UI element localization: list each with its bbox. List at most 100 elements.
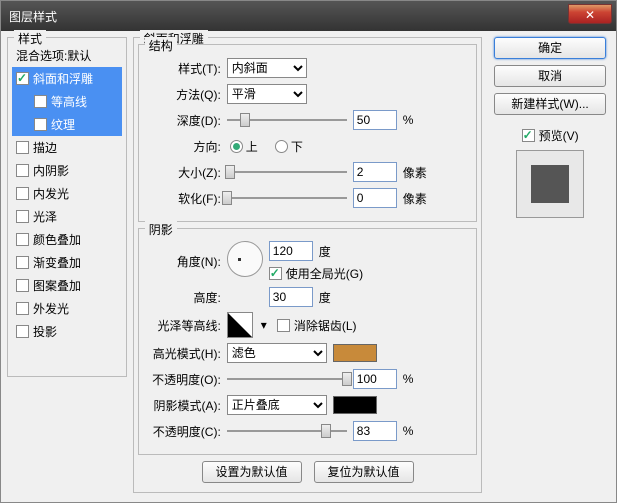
set-default-button[interactable]: 设置为默认值 (202, 461, 302, 483)
soften-label: 软化(F): (147, 190, 227, 207)
style-item-checkbox[interactable] (16, 72, 29, 85)
style-item-label: 等高线 (51, 93, 87, 110)
style-item-checkbox[interactable] (34, 95, 47, 108)
style-item-label: 外发光 (33, 300, 69, 317)
soften-unit: 像素 (403, 190, 427, 207)
style-item-7[interactable]: 光泽 (12, 205, 122, 228)
style-item-checkbox[interactable] (16, 256, 29, 269)
style-item-checkbox[interactable] (16, 210, 29, 223)
angle-unit: 度 (319, 243, 331, 260)
style-item-label: 斜面和浮雕 (33, 70, 93, 87)
style-item-label: 光泽 (33, 208, 57, 225)
style-item-11[interactable]: 外发光 (12, 297, 122, 320)
shadow-mode-label: 阴影模式(A): (147, 397, 227, 414)
right-panel: 确定 取消 新建样式(W)... 预览(V) (490, 37, 610, 493)
style-select[interactable]: 内斜面 (227, 58, 307, 78)
style-item-3[interactable]: 纹理 (12, 113, 122, 136)
shadow-opacity-label: 不透明度(C): (147, 423, 227, 440)
direction-down-radio[interactable] (275, 140, 288, 153)
angle-indicator (238, 258, 241, 261)
style-item-1[interactable]: 斜面和浮雕 (12, 67, 122, 90)
gloss-dropdown-icon[interactable]: ▾ (261, 318, 267, 332)
cancel-button[interactable]: 取消 (494, 65, 606, 87)
style-item-label: 混合选项:默认 (16, 47, 91, 64)
style-item-checkbox[interactable] (16, 141, 29, 154)
shadow-opacity-input[interactable] (353, 421, 397, 441)
angle-wheel[interactable] (227, 241, 263, 277)
bevel-fieldset: 斜面和浮雕 结构 样式(T): 内斜面 方法(Q): 平滑 深度(D): (133, 37, 482, 493)
highlight-opacity-label: 不透明度(O): (147, 371, 227, 388)
preview-label: 预览(V) (539, 127, 579, 144)
antialias-checkbox[interactable] (277, 319, 290, 332)
size-label: 大小(Z): (147, 164, 227, 181)
style-item-2[interactable]: 等高线 (12, 90, 122, 113)
depth-slider[interactable] (227, 111, 347, 129)
titlebar[interactable]: 图层样式 ✕ (1, 1, 616, 31)
direction-up-text: 上 (246, 138, 258, 155)
highlight-opacity-slider[interactable] (227, 370, 347, 388)
style-item-5[interactable]: 内阴影 (12, 159, 122, 182)
depth-unit: % (403, 113, 414, 127)
style-item-checkbox[interactable] (16, 325, 29, 338)
soften-slider[interactable] (227, 189, 347, 207)
sidebar-header: 样式 (14, 30, 46, 47)
antialias-label: 消除锯齿(L) (294, 317, 357, 334)
altitude-unit: 度 (319, 289, 331, 306)
style-label: 样式(T): (147, 60, 227, 77)
altitude-label: 高度: (147, 289, 227, 306)
style-item-checkbox[interactable] (16, 279, 29, 292)
direction-up-radio[interactable] (230, 140, 243, 153)
direction-label: 方向: (147, 138, 227, 155)
style-item-checkbox[interactable] (16, 233, 29, 246)
style-item-checkbox[interactable] (16, 187, 29, 200)
close-button[interactable]: ✕ (568, 4, 612, 24)
style-item-8[interactable]: 颜色叠加 (12, 228, 122, 251)
sidebar: 样式 混合选项:默认斜面和浮雕等高线纹理描边内阴影内发光光泽颜色叠加渐变叠加图案… (7, 37, 127, 493)
highlight-color-swatch[interactable] (333, 344, 377, 362)
style-item-6[interactable]: 内发光 (12, 182, 122, 205)
size-slider[interactable] (227, 163, 347, 181)
shadow-mode-select[interactable]: 正片叠底 (227, 395, 327, 415)
style-item-0[interactable]: 混合选项:默认 (12, 44, 122, 67)
angle-input[interactable] (269, 241, 313, 261)
method-select[interactable]: 平滑 (227, 84, 307, 104)
gloss-contour-picker[interactable] (227, 312, 253, 338)
soften-input[interactable] (353, 188, 397, 208)
highlight-opacity-input[interactable] (353, 369, 397, 389)
style-item-12[interactable]: 投影 (12, 320, 122, 343)
altitude-input[interactable] (269, 287, 313, 307)
style-item-label: 纹理 (51, 116, 75, 133)
style-item-checkbox[interactable] (34, 118, 47, 131)
global-light-label: 使用全局光(G) (286, 265, 363, 282)
style-item-checkbox[interactable] (16, 302, 29, 315)
ok-button[interactable]: 确定 (494, 37, 606, 59)
reset-default-button[interactable]: 复位为默认值 (314, 461, 414, 483)
highlight-mode-select[interactable]: 滤色 (227, 343, 327, 363)
shadow-opacity-slider[interactable] (227, 422, 347, 440)
size-input[interactable] (353, 162, 397, 182)
highlight-mode-label: 高光模式(H): (147, 345, 227, 362)
style-item-label: 描边 (33, 139, 57, 156)
size-unit: 像素 (403, 164, 427, 181)
layer-style-dialog: 图层样式 ✕ 样式 混合选项:默认斜面和浮雕等高线纹理描边内阴影内发光光泽颜色叠… (0, 0, 617, 503)
direction-down-text: 下 (291, 138, 303, 155)
depth-input[interactable] (353, 110, 397, 130)
shadow-color-swatch[interactable] (333, 396, 377, 414)
preview-swatch (516, 150, 584, 218)
depth-label: 深度(D): (147, 112, 227, 129)
style-item-4[interactable]: 描边 (12, 136, 122, 159)
preview-checkbox[interactable] (522, 129, 535, 142)
style-item-10[interactable]: 图案叠加 (12, 274, 122, 297)
shading-legend: 阴影 (145, 221, 177, 238)
new-style-button[interactable]: 新建样式(W)... (494, 93, 606, 115)
style-item-label: 颜色叠加 (33, 231, 81, 248)
structure-group: 结构 样式(T): 内斜面 方法(Q): 平滑 深度(D): % (138, 44, 477, 222)
style-item-label: 图案叠加 (33, 277, 81, 294)
close-icon: ✕ (585, 8, 595, 22)
style-item-checkbox[interactable] (16, 164, 29, 177)
style-list-fieldset: 样式 混合选项:默认斜面和浮雕等高线纹理描边内阴影内发光光泽颜色叠加渐变叠加图案… (7, 37, 127, 377)
highlight-opacity-unit: % (403, 372, 414, 386)
global-light-checkbox[interactable] (269, 267, 282, 280)
style-item-9[interactable]: 渐变叠加 (12, 251, 122, 274)
structure-legend: 结构 (145, 37, 177, 54)
